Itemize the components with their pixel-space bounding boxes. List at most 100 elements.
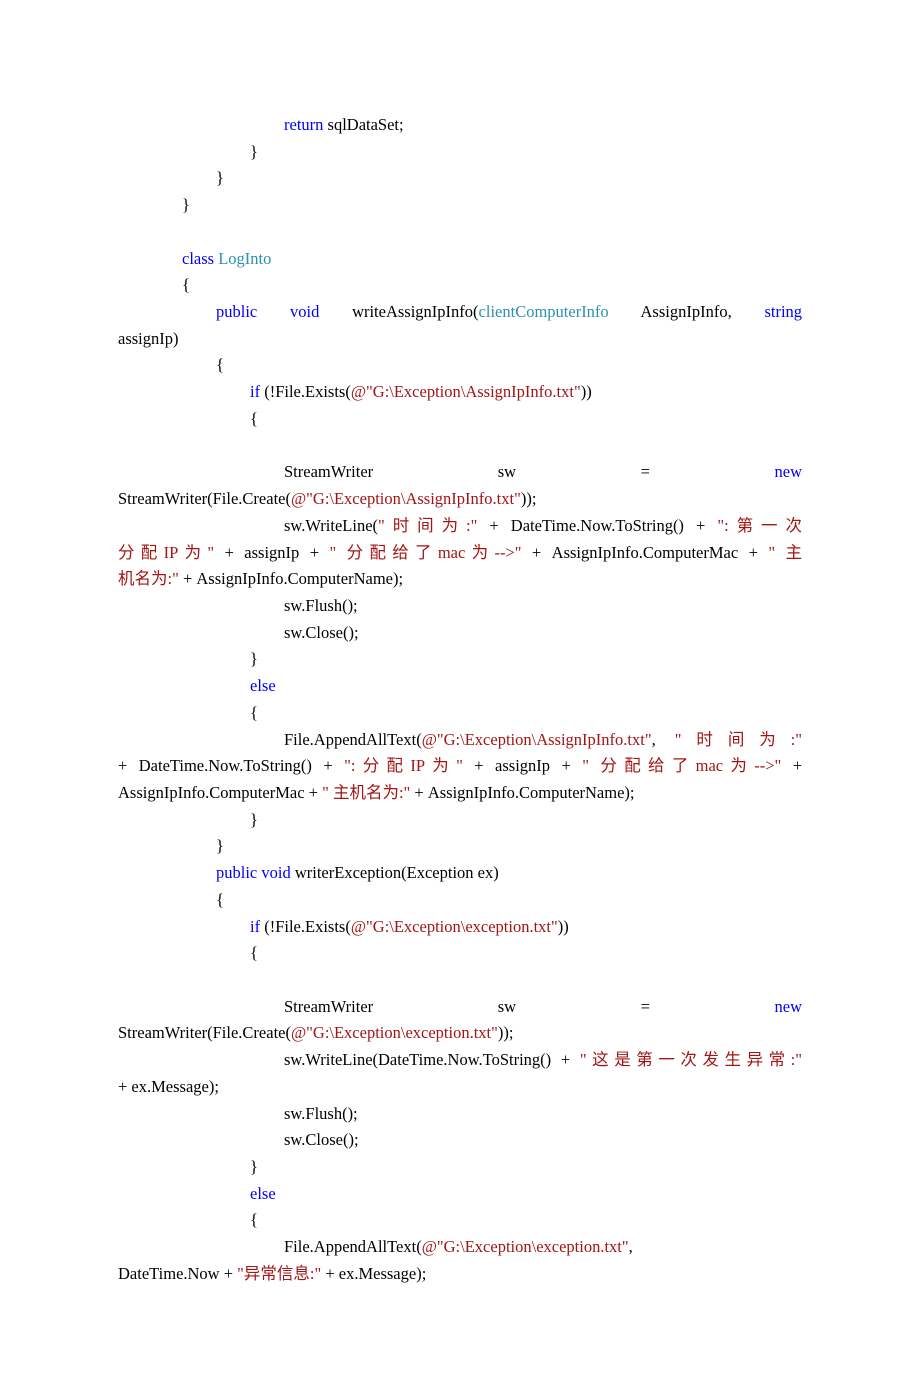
code-text: + DateTime.Now.ToString() + — [118, 756, 344, 775]
code-line: if (!File.Exists(@"G:\Exception\exceptio… — [118, 914, 802, 941]
code-line: StreamWriter sw = new — [118, 994, 802, 1021]
keyword-return: return — [284, 115, 323, 134]
code-line: StreamWriter(File.Create(@"G:\Exception\… — [118, 486, 802, 513]
code-line: { — [118, 700, 802, 727]
code-text: sw.WriteLine( — [284, 516, 378, 535]
brace: { — [250, 703, 258, 722]
brace: } — [250, 1157, 258, 1176]
code-text: , — [629, 1237, 633, 1256]
code-line: File.AppendAllText(@"G:\Exception\except… — [118, 1234, 802, 1261]
brace: { — [250, 943, 258, 962]
code-text: )) — [558, 917, 569, 936]
code-text: StreamWriter(File.Create( — [118, 489, 291, 508]
code-line: else — [118, 673, 802, 700]
keyword-string: string — [764, 302, 802, 321]
brace: { — [216, 355, 224, 374]
code-line: { — [118, 406, 802, 433]
code-text: , — [652, 730, 675, 749]
code-text: StreamWriter — [284, 997, 373, 1016]
code-text: sw.Close(); — [284, 1130, 359, 1149]
string-literal: "时间为:" — [378, 516, 477, 535]
keyword-new: new — [775, 997, 803, 1016]
code-line: 机名为:" + AssignIpInfo.ComputerName); — [118, 566, 802, 593]
string-literal: " 主机名为:" — [322, 783, 410, 802]
code-line: class LogInto — [118, 246, 802, 273]
code-text: + AssignIpInfo.ComputerName); — [179, 569, 403, 588]
code-text: writerException(Exception ex) — [291, 863, 499, 882]
code-text: )) — [581, 382, 592, 401]
blank-line — [118, 219, 802, 246]
blank-line — [118, 967, 802, 994]
type-name: LogInto — [218, 249, 271, 268]
code-line: StreamWriter(File.Create(@"G:\Exception\… — [118, 1020, 802, 1047]
keyword-void: void — [261, 863, 290, 882]
code-line: } — [118, 1154, 802, 1181]
code-line: { — [118, 1207, 802, 1234]
keyword-else: else — [250, 1184, 276, 1203]
code-line: } — [118, 807, 802, 834]
code-text: + DateTime.Now.ToString() + — [477, 516, 717, 535]
code-text: (!File.Exists( — [260, 382, 351, 401]
keyword-if: if — [250, 382, 260, 401]
brace: } — [216, 168, 224, 187]
code-text: )); — [498, 1023, 514, 1042]
code-line: File.AppendAllText(@"G:\Exception\Assign… — [118, 727, 802, 754]
string-literal: @"G:\Exception\exception.txt" — [351, 917, 558, 936]
code-line: sw.WriteLine(DateTime.Now.ToString() + "… — [118, 1047, 802, 1074]
string-literal: "这是第一次发生异常:" — [580, 1050, 802, 1069]
code-line: 分配IP为" + assignIp + " 分配给了mac为-->" + Ass… — [118, 540, 802, 567]
code-text: AssignIpInfo, — [641, 302, 732, 321]
code-text: = — [641, 462, 650, 481]
code-text: = — [641, 997, 650, 1016]
code-text: DateTime.Now + — [118, 1264, 237, 1283]
brace: } — [182, 195, 190, 214]
code-line: sw.Flush(); — [118, 593, 802, 620]
code-text: + assignIp + — [463, 756, 582, 775]
type-name: clientComputerInfo — [479, 302, 609, 321]
code-text: (!File.Exists( — [260, 917, 351, 936]
string-literal: ":分配IP为" — [344, 756, 463, 775]
string-literal: ":第一次 — [717, 516, 802, 535]
code-text: sw — [498, 462, 516, 481]
brace: } — [216, 836, 224, 855]
code-line: { — [118, 272, 802, 299]
code-line: } — [118, 165, 802, 192]
code-line: { — [118, 940, 802, 967]
code-line: sw.Close(); — [118, 1127, 802, 1154]
string-literal: " 分配给了mac为-->" — [582, 756, 781, 775]
keyword-public: public — [216, 863, 257, 882]
brace: { — [250, 1210, 258, 1229]
code-line: + DateTime.Now.ToString() + ":分配IP为" + a… — [118, 753, 802, 780]
string-literal: @"G:\Exception\AssignIpInfo.txt" — [291, 489, 521, 508]
code-line: StreamWriter sw = new — [118, 459, 802, 486]
code-text: + — [781, 756, 802, 775]
code-line: { — [118, 887, 802, 914]
brace: } — [250, 810, 258, 829]
code-text: + ex.Message); — [321, 1264, 426, 1283]
code-line: return sqlDataSet; — [118, 112, 802, 139]
code-text: assignIp) — [118, 329, 179, 348]
code-text: sw — [498, 997, 516, 1016]
code-text: + assignIp + — [214, 543, 329, 562]
code-text: sw.Flush(); — [284, 1104, 358, 1123]
brace: { — [182, 275, 190, 294]
string-literal: 分配IP为" — [118, 543, 214, 562]
code-text: StreamWriter — [284, 462, 373, 481]
code-text: + ex.Message); — [118, 1077, 219, 1096]
code-line: public void writeAssignIpInfo(clientComp… — [118, 299, 802, 326]
code-line: if (!File.Exists(@"G:\Exception\AssignIp… — [118, 379, 802, 406]
code-line: AssignIpInfo.ComputerMac + " 主机名为:" + As… — [118, 780, 802, 807]
string-literal: " 主 — [768, 543, 802, 562]
string-literal: " 分配给了mac为-->" — [329, 543, 521, 562]
code-text: sw.WriteLine(DateTime.Now.ToString() + — [284, 1050, 580, 1069]
code-line: sw.WriteLine("时间为:" + DateTime.Now.ToStr… — [118, 513, 802, 540]
code-line: { — [118, 352, 802, 379]
code-text: + AssignIpInfo.ComputerName); — [410, 783, 634, 802]
code-text: sw.Flush(); — [284, 596, 358, 615]
code-line: DateTime.Now + "异常信息:" + ex.Message); — [118, 1261, 802, 1288]
keyword-new: new — [775, 462, 803, 481]
code-text: writeAssignIpInfo( — [352, 302, 478, 321]
code-line: public void writerException(Exception ex… — [118, 860, 802, 887]
brace: { — [216, 890, 224, 909]
code-line: else — [118, 1181, 802, 1208]
